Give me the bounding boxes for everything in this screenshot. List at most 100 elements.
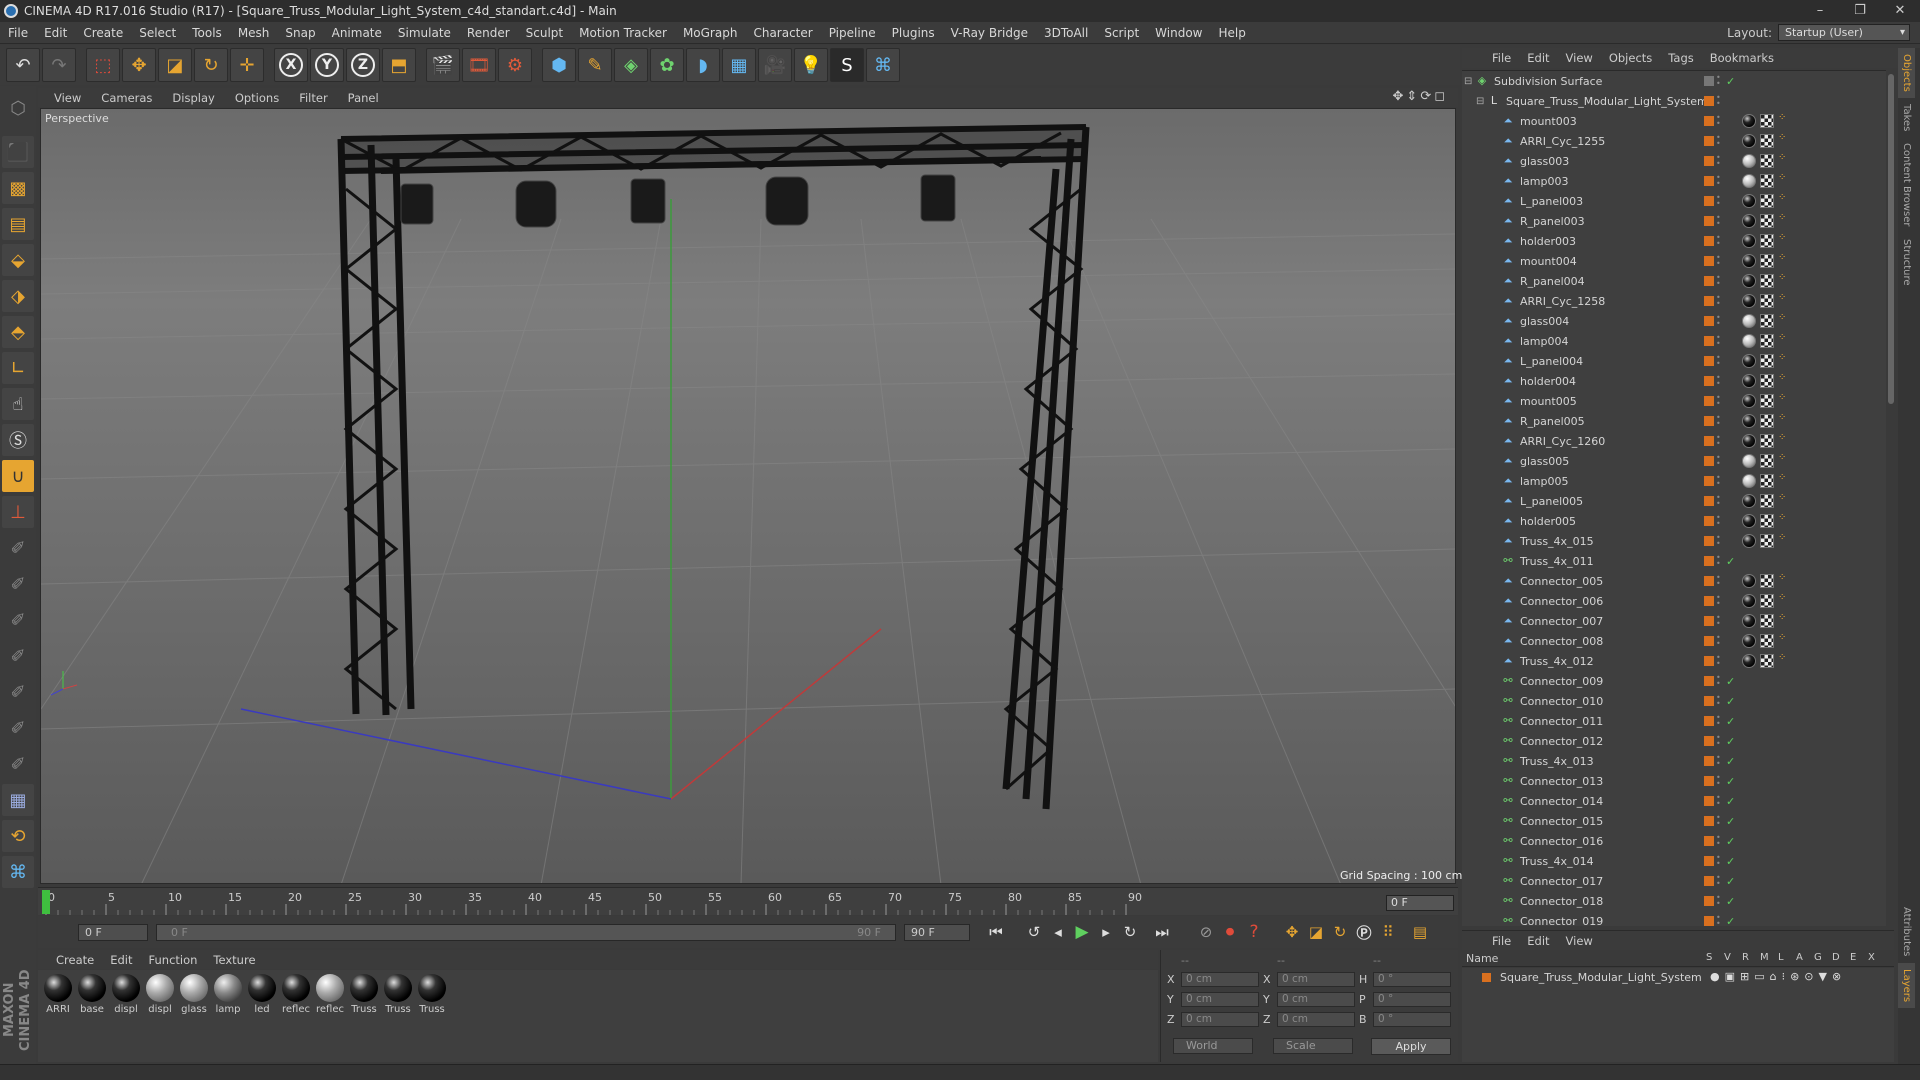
points-mode-icon[interactable]: ⬙ <box>2 244 34 276</box>
layer-column-header[interactable]: M <box>1760 952 1769 963</box>
menu-render[interactable]: Render <box>459 22 518 44</box>
object-row[interactable]: ⏶ mount004 • • ⁘ <box>1462 251 1890 271</box>
object-row[interactable]: L Square_Truss_Modular_Light_System • • ⊟ <box>1462 91 1890 111</box>
layer-color-swatch[interactable] <box>1704 556 1714 566</box>
enabled-check-icon[interactable]: ✓ <box>1726 715 1735 728</box>
layer-color-swatch[interactable] <box>1482 973 1491 982</box>
material-tag-icon[interactable] <box>1742 294 1756 308</box>
object-menu-view[interactable]: View <box>1558 51 1601 65</box>
uvw-tag-icon[interactable] <box>1760 174 1774 188</box>
magnet-icon[interactable]: ⟲ <box>2 820 34 852</box>
object-row[interactable]: ⏶ glass005 • • ⁘ <box>1462 451 1890 471</box>
visibility-dots[interactable]: • • <box>1716 814 1721 828</box>
layer-color-swatch[interactable] <box>1704 76 1714 86</box>
uvw-tag-icon[interactable] <box>1760 654 1774 668</box>
object-row[interactable]: ⚯ Connector_013 • • ✓ <box>1462 771 1890 791</box>
layer-column-header[interactable]: R <box>1742 952 1749 963</box>
visibility-dots[interactable]: • • <box>1716 554 1721 568</box>
uvw-tag-icon[interactable] <box>1760 274 1774 288</box>
material-item[interactable]: Truss <box>416 974 448 1062</box>
phong-tag-icon[interactable]: ⁘ <box>1778 633 1790 648</box>
material-tag-icon[interactable] <box>1742 194 1756 208</box>
visibility-dots[interactable]: • • <box>1716 714 1721 728</box>
material-item[interactable]: displ <box>144 974 176 1062</box>
object-row[interactable]: ⚯ Connector_012 • • ✓ <box>1462 731 1890 751</box>
scale-icon[interactable]: ◪ <box>158 48 192 82</box>
object-row[interactable]: ⏶ Connector_008 • • ⁘ <box>1462 631 1890 651</box>
material-tag-icon[interactable] <box>1742 414 1756 428</box>
light-icon[interactable]: 💡 <box>794 48 828 82</box>
viewport-menu-view[interactable]: View <box>44 91 91 105</box>
material-tag-icon[interactable] <box>1742 534 1756 548</box>
layer-column-header[interactable]: D <box>1832 952 1840 963</box>
uvw-tag-icon[interactable] <box>1760 514 1774 528</box>
material-menu-create[interactable]: Create <box>48 953 102 967</box>
material-tag-icon[interactable] <box>1742 254 1756 268</box>
menu-sculpt[interactable]: Sculpt <box>518 22 571 44</box>
expand-toggle-icon[interactable]: ⊟ <box>1464 76 1472 87</box>
phong-tag-icon[interactable]: ⁘ <box>1778 293 1790 308</box>
edges-mode-icon[interactable]: ⬗ <box>2 280 34 312</box>
visibility-dots[interactable]: • • <box>1716 594 1721 608</box>
auto-keying-icon[interactable]: ⏺ <box>1218 920 1242 944</box>
enabled-check-icon[interactable]: ✓ <box>1726 795 1735 808</box>
layer-color-swatch[interactable] <box>1704 856 1714 866</box>
point-level-key-icon[interactable]: ⠿ <box>1376 920 1400 944</box>
material-item[interactable]: Truss <box>348 974 380 1062</box>
enabled-check-icon[interactable]: ✓ <box>1726 875 1735 888</box>
coordinate-value-field[interactable]: 0 ° <box>1373 992 1451 1007</box>
material-tag-icon[interactable] <box>1742 494 1756 508</box>
preview-range-slider[interactable]: 0 F 90 F <box>156 923 896 941</box>
material-tag-icon[interactable] <box>1742 214 1756 228</box>
tweak-mode-icon[interactable]: ☝ <box>2 388 34 420</box>
material-menu-texture[interactable]: Texture <box>205 953 263 967</box>
enabled-check-icon[interactable]: ✓ <box>1726 75 1735 88</box>
uvw-tag-icon[interactable] <box>1760 254 1774 268</box>
coordinate-system-icon[interactable]: ⬒ <box>382 48 416 82</box>
bevel-tool-icon[interactable]: ✐ <box>2 748 34 780</box>
solo-icon[interactable]: Ⓢ <box>2 424 34 456</box>
uvw-tag-icon[interactable] <box>1760 534 1774 548</box>
tab-objects[interactable]: Objects <box>1898 48 1915 98</box>
live-selection-icon[interactable]: ⬚ <box>86 48 120 82</box>
object-menu-tags[interactable]: Tags <box>1660 51 1701 65</box>
layer-color-swatch[interactable] <box>1704 736 1714 746</box>
object-row[interactable]: ⚯ Truss_4x_013 • • ✓ <box>1462 751 1890 771</box>
object-row[interactable]: ⚯ Connector_014 • • ✓ <box>1462 791 1890 811</box>
object-row[interactable]: ⏶ Connector_005 • • ⁘ <box>1462 571 1890 591</box>
layer-color-swatch[interactable] <box>1704 516 1714 526</box>
uvw-tag-icon[interactable] <box>1760 414 1774 428</box>
layer-color-swatch[interactable] <box>1704 576 1714 586</box>
layer-color-swatch[interactable] <box>1704 436 1714 446</box>
phong-tag-icon[interactable]: ⁘ <box>1778 573 1790 588</box>
layer-color-swatch[interactable] <box>1704 376 1714 386</box>
undo-icon[interactable]: ↶ <box>6 48 40 82</box>
visibility-dots[interactable]: • • <box>1716 674 1721 688</box>
material-tag-icon[interactable] <box>1742 454 1756 468</box>
keyframe-selection-icon[interactable]: ? <box>1242 920 1266 944</box>
visibility-dots[interactable]: • • <box>1716 214 1721 228</box>
workplane-icon[interactable]: ▤ <box>2 208 34 240</box>
layer-color-swatch[interactable] <box>1704 116 1714 126</box>
material-item[interactable]: displ <box>110 974 142 1062</box>
snap-icon[interactable]: ∪ <box>2 460 34 492</box>
layer-color-swatch[interactable] <box>1704 256 1714 266</box>
object-row[interactable]: ⚯ Truss_4x_011 • • ✓ <box>1462 551 1890 571</box>
menu-plugins[interactable]: Plugins <box>884 22 943 44</box>
layer-color-swatch[interactable] <box>1704 916 1714 926</box>
visibility-dots[interactable]: • • <box>1716 114 1721 128</box>
phong-tag-icon[interactable]: ⁘ <box>1778 493 1790 508</box>
layer-color-swatch[interactable] <box>1704 696 1714 706</box>
material-item[interactable]: ARRI <box>42 974 74 1062</box>
layer-column-header[interactable]: S <box>1706 952 1712 963</box>
enabled-check-icon[interactable]: ✓ <box>1726 915 1735 927</box>
object-row[interactable]: ⏶ holder004 • • ⁘ <box>1462 371 1890 391</box>
layer-color-swatch[interactable] <box>1704 536 1714 546</box>
edit-render-settings-icon[interactable]: ⚙ <box>498 48 532 82</box>
material-tag-icon[interactable] <box>1742 134 1756 148</box>
uvw-tag-icon[interactable] <box>1760 394 1774 408</box>
visibility-dots[interactable]: • • <box>1716 774 1721 788</box>
layer-color-swatch[interactable] <box>1704 416 1714 426</box>
enabled-check-icon[interactable]: ✓ <box>1726 755 1735 768</box>
max-frame-field[interactable]: 90 F <box>904 923 970 941</box>
